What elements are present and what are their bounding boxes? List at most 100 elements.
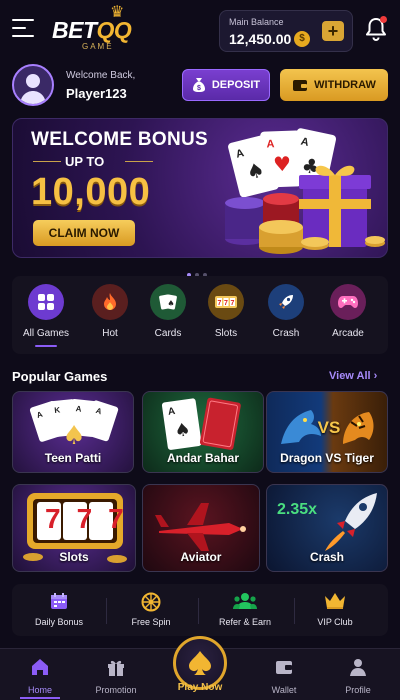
profile-icon: [326, 657, 390, 682]
game-name: Crash: [309, 550, 344, 564]
game-name: Aviator: [180, 550, 222, 564]
view-all-link[interactable]: View All ›: [329, 370, 377, 382]
nav-home[interactable]: Home: [8, 657, 72, 695]
category-label: Arcade: [332, 328, 364, 339]
game-name: Andar Bahar: [166, 451, 240, 465]
coin-icon: $: [294, 31, 310, 47]
wallet-icon: [252, 657, 316, 682]
withdraw-button[interactable]: WITHDRAW: [280, 69, 388, 101]
calendar-icon: [14, 592, 104, 612]
game-tile-andar-bahar[interactable]: A ♠ Andar Bahar: [142, 391, 264, 473]
notification-dot: [380, 16, 387, 23]
logo-subtext: GAME: [82, 42, 114, 51]
add-funds-button[interactable]: +: [322, 21, 344, 41]
game-name: Dragon VS Tiger: [280, 451, 374, 465]
category-label: Crash: [272, 328, 300, 339]
quick-links-bar: Daily Bonus Free Spin Refer & Earn VIP C…: [12, 584, 388, 636]
game-tile-dragon-vs-tiger[interactable]: VS Dragon VS Tiger: [266, 391, 388, 473]
vs-label: VS: [317, 418, 341, 437]
rocket-icon: [268, 284, 304, 320]
balance-value: 12,450.00: [229, 31, 292, 47]
category-cards[interactable]: ♠ Cards: [140, 284, 196, 350]
wheel-icon: [106, 592, 196, 612]
svg-text:A: A: [75, 404, 82, 414]
category-label: Slots: [214, 328, 238, 339]
spade-icon: [189, 651, 211, 675]
quick-label: Refer & Earn: [218, 617, 272, 627]
category-label: Hot: [102, 328, 118, 339]
banner-pagination[interactable]: [187, 264, 217, 277]
logo[interactable]: ♛ BETQQ GAME: [52, 5, 148, 52]
play-now-label: Play Now: [177, 682, 223, 693]
category-label: Cards: [154, 328, 182, 339]
banner-amount: 10,000: [31, 171, 151, 213]
category-hot[interactable]: Hot: [82, 284, 138, 350]
nav-profile[interactable]: Profile: [326, 657, 390, 695]
game-name: Slots: [59, 550, 89, 564]
balance-card[interactable]: Main Balance 12,450.00 $ +: [219, 10, 353, 52]
money-bag-icon: $: [192, 78, 205, 92]
slot-digits: 777: [45, 503, 136, 534]
logo-text-qq: QQ: [96, 17, 132, 43]
balance-label: Main Balance: [229, 17, 284, 27]
category-bar: All Games Hot ♠ Cards 777 Slots Crash Ar…: [12, 276, 388, 354]
game-tile-crash[interactable]: 2.35x Crash: [266, 484, 388, 572]
top-header: ♛ BETQQ GAME Main Balance 12,450.00 $ +: [0, 0, 400, 62]
banner-title: WELCOME BONUS: [31, 129, 209, 150]
wallet-icon: [293, 80, 308, 91]
app-screen: ♛ BETQQ GAME Main Balance 12,450.00 $ + …: [0, 0, 400, 700]
game-tile-teen-patti[interactable]: A K A A ♠ Teen Patti: [12, 391, 134, 473]
notification-bell-icon[interactable]: [364, 16, 388, 42]
view-all-label: View All: [329, 370, 371, 382]
fire-icon: [92, 284, 128, 320]
svg-text:K: K: [54, 405, 61, 415]
claim-now-button[interactable]: CLAIM NOW: [33, 220, 135, 246]
svg-text:7: 7: [231, 300, 235, 307]
logo-text-bet: BET: [52, 17, 97, 43]
popular-games-title: Popular Games: [12, 369, 108, 384]
crown-icon: [290, 592, 380, 612]
category-arcade[interactable]: Arcade: [320, 284, 376, 350]
game-tile-slots[interactable]: 777 Slots: [12, 484, 136, 572]
quick-daily-bonus[interactable]: Daily Bonus: [14, 592, 104, 632]
nav-label: Home: [27, 685, 52, 695]
slots-icon: 777: [208, 284, 244, 320]
svg-text:7: 7: [224, 300, 228, 307]
quick-label: VIP Club: [317, 617, 353, 627]
gift-icon: [84, 657, 148, 682]
svg-text:7: 7: [218, 300, 222, 307]
users-icon: [200, 592, 290, 612]
crash-multiplier: 2.35x: [277, 501, 318, 518]
cards-icon: ♠: [150, 284, 186, 320]
gamepad-icon: [330, 284, 366, 320]
category-slots[interactable]: 777 Slots: [198, 284, 254, 350]
quick-refer-earn[interactable]: Refer & Earn: [200, 592, 290, 632]
banner-subtitle: UP TO: [65, 154, 105, 169]
svg-text:♠: ♠: [167, 299, 174, 308]
category-crash[interactable]: Crash: [258, 284, 314, 350]
welcome-bonus-banner[interactable]: WELCOME BONUS UP TO 10,000 CLAIM NOW A ♠ …: [12, 118, 388, 258]
svg-text:A: A: [266, 138, 274, 150]
nav-label: Wallet: [271, 685, 297, 695]
quick-vip-club[interactable]: VIP Club: [290, 592, 380, 632]
welcome-text: Welcome Back,: [66, 70, 136, 81]
active-indicator: [20, 697, 60, 699]
menu-icon[interactable]: [12, 19, 34, 39]
player-name: Player123: [66, 86, 127, 101]
grid-icon: [28, 284, 64, 320]
category-all-games[interactable]: All Games: [18, 284, 74, 350]
chevron-right-icon: ›: [373, 370, 378, 382]
game-name: Teen Patti: [44, 451, 102, 465]
casino-illustration: A♠ A♥ A♣: [225, 128, 385, 254]
nav-wallet[interactable]: Wallet: [252, 657, 316, 695]
game-tile-aviator[interactable]: Aviator: [142, 484, 260, 572]
nav-promotion[interactable]: Promotion: [84, 657, 148, 695]
svg-text:♠: ♠: [173, 419, 192, 442]
svg-text:♠: ♠: [62, 421, 85, 451]
quick-label: Daily Bonus: [34, 617, 84, 627]
quick-free-spin[interactable]: Free Spin: [106, 592, 196, 632]
svg-text:$: $: [197, 85, 201, 92]
deposit-button[interactable]: $ DEPOSIT: [182, 69, 270, 101]
avatar[interactable]: [12, 64, 54, 106]
nav-label: Profile: [345, 685, 371, 695]
